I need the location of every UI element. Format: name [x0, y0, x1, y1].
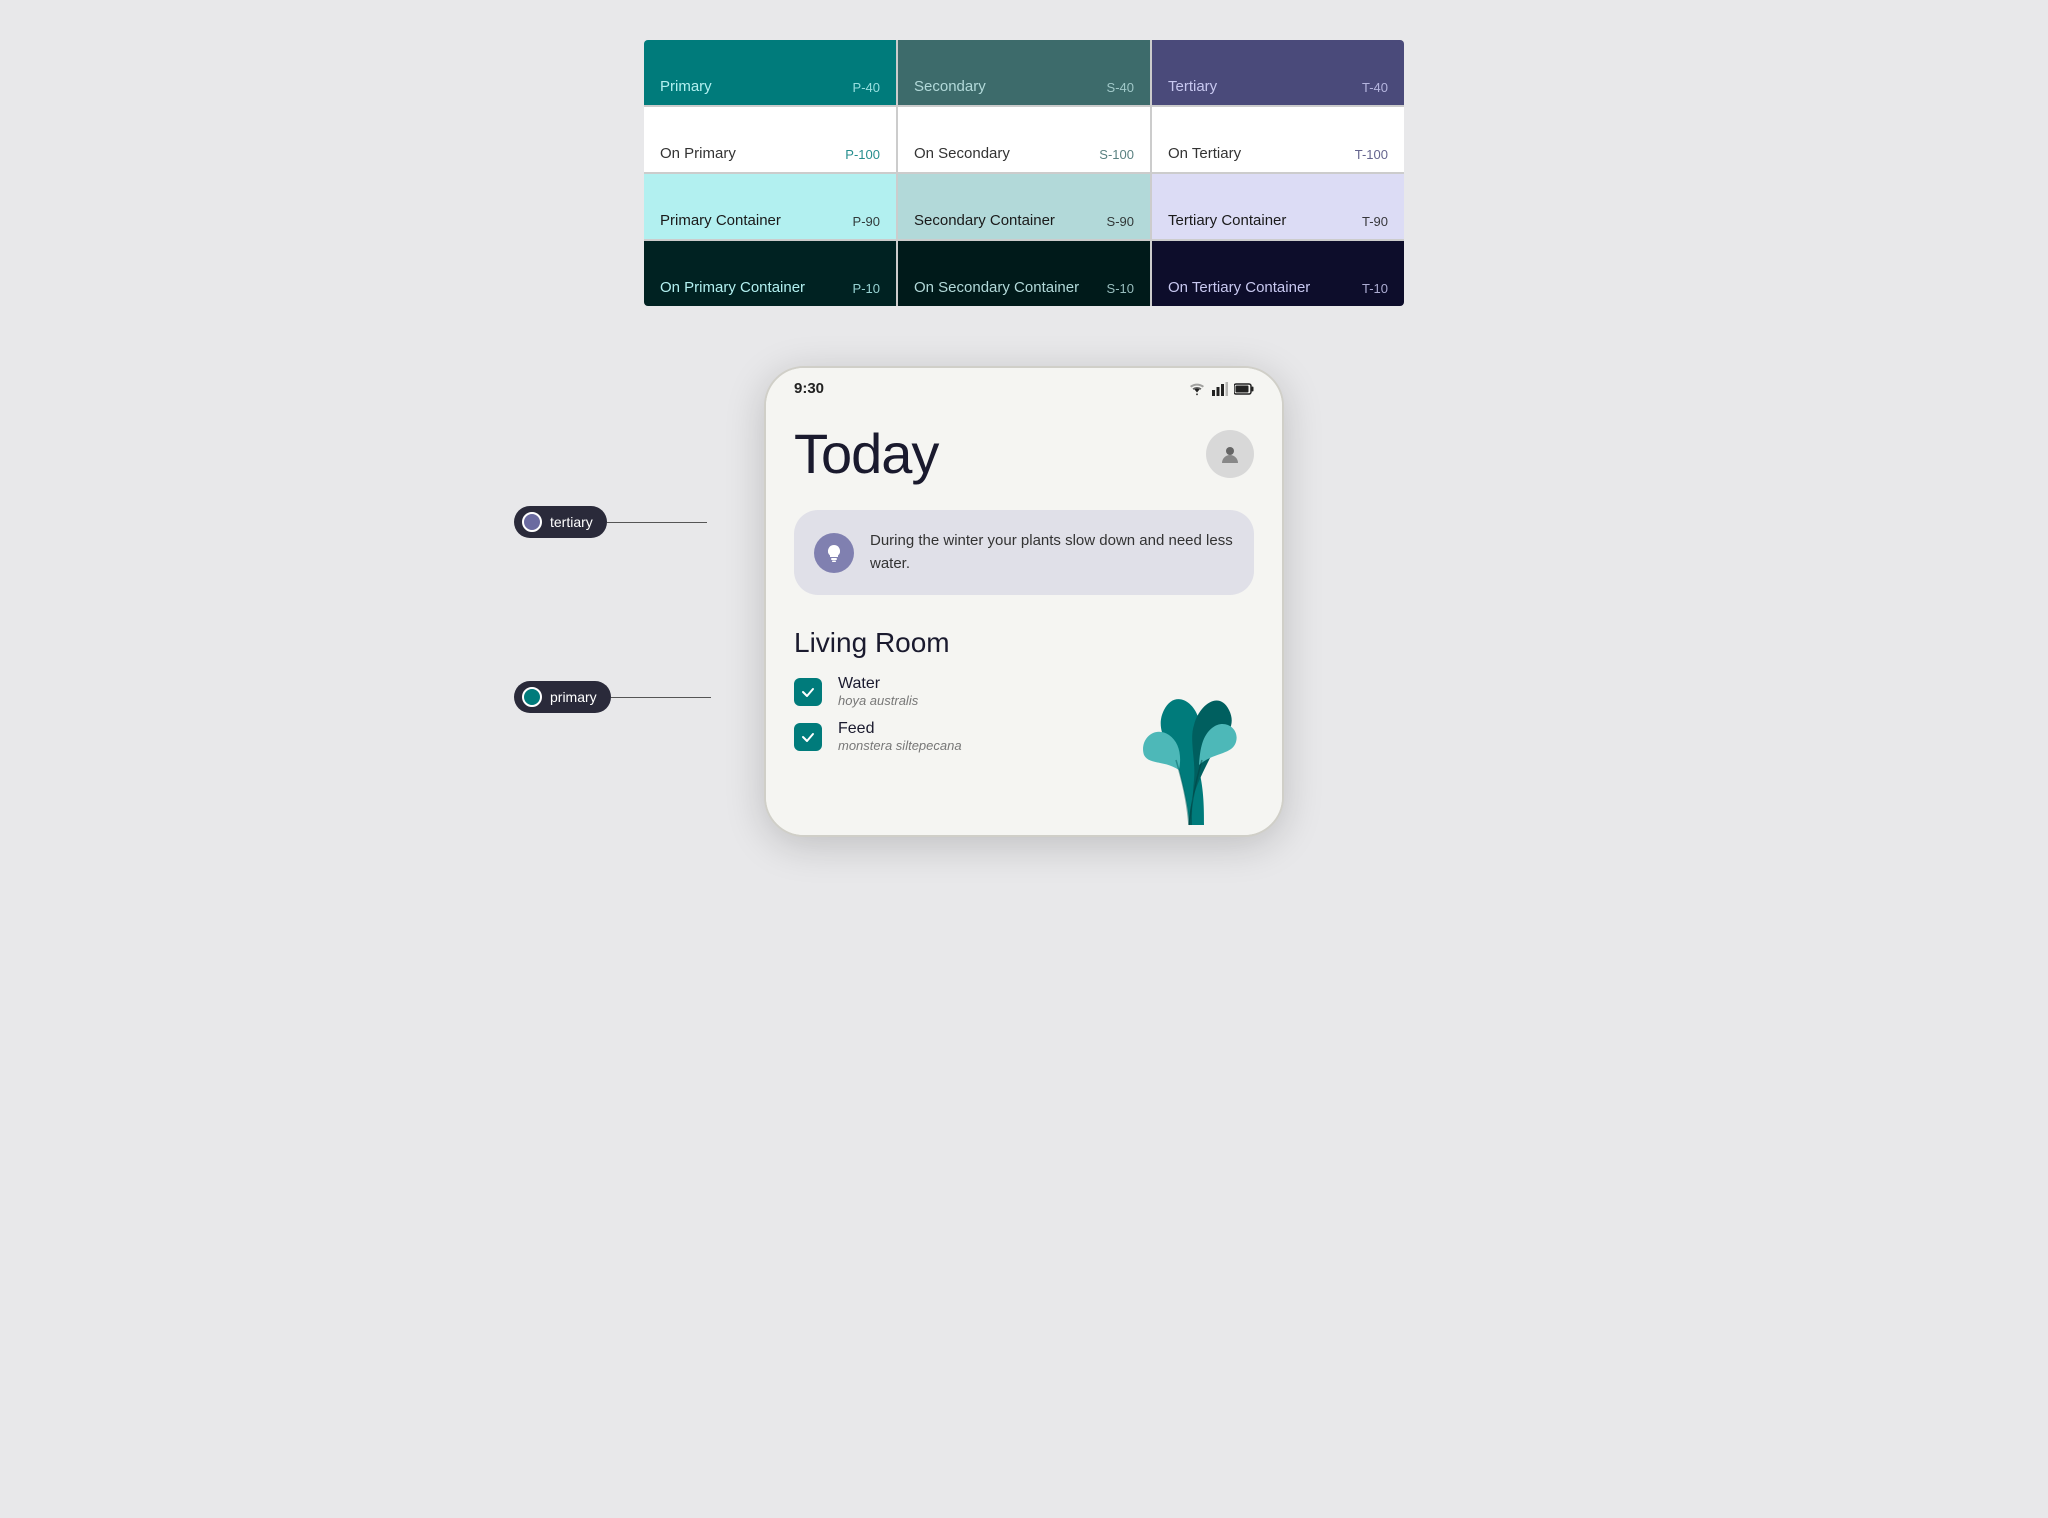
task-sub-1: hoya australis — [838, 693, 918, 708]
avatar-button[interactable] — [1206, 430, 1254, 478]
color-palette-table: Primary P-40 Secondary S-40 Tertiary T-4… — [644, 40, 1404, 306]
status-time: 9:30 — [794, 380, 824, 397]
color-cell-cell-secondary: Secondary S-40 — [898, 40, 1150, 105]
check-icon — [800, 729, 816, 745]
wifi-icon — [1188, 382, 1206, 396]
color-code: P-100 — [845, 147, 880, 162]
page-title: Today — [794, 421, 938, 486]
color-label: Primary — [660, 78, 712, 95]
phone-wrapper: tertiary primary 9:30 — [40, 366, 2008, 837]
primary-dot — [522, 687, 542, 707]
color-label: On Secondary — [914, 145, 1010, 162]
color-cell-cell-on-primary-container: On Primary Container P-10 — [644, 241, 896, 306]
color-cell-cell-secondary-container: Secondary Container S-90 — [898, 174, 1150, 239]
signal-icon — [1212, 382, 1228, 396]
color-cell-cell-on-secondary: On Secondary S-100 — [898, 107, 1150, 172]
color-code: P-90 — [853, 214, 880, 229]
color-code: T-10 — [1362, 281, 1388, 296]
phone-header: Today — [794, 421, 1254, 486]
tertiary-dot — [522, 512, 542, 532]
task-name-2: Feed — [838, 720, 962, 738]
task-name-1: Water — [838, 675, 918, 693]
annotation-tertiary-line — [607, 522, 707, 523]
color-code: S-90 — [1107, 214, 1134, 229]
check-icon — [800, 684, 816, 700]
color-code: S-40 — [1107, 80, 1134, 95]
tip-icon — [814, 533, 854, 573]
color-label: On Tertiary Container — [1168, 279, 1310, 296]
plant-svg — [1124, 675, 1254, 830]
lightbulb-icon — [824, 543, 844, 563]
color-code: P-10 — [853, 281, 880, 296]
color-label: Secondary — [914, 78, 986, 95]
color-code: T-90 — [1362, 214, 1388, 229]
status-icons — [1188, 382, 1254, 396]
annotation-primary-label: primary — [550, 689, 597, 705]
phone-mockup: 9:30 — [764, 366, 1284, 837]
battery-icon — [1234, 383, 1254, 395]
task-info-2: Feed monstera siltepecana — [838, 720, 962, 753]
color-cell-cell-on-tertiary: On Tertiary T-100 — [1152, 107, 1404, 172]
color-cell-cell-on-secondary-container: On Secondary Container S-10 — [898, 241, 1150, 306]
status-bar: 9:30 — [766, 368, 1282, 401]
section-title: Living Room — [794, 627, 1254, 659]
color-cell-cell-primary-container: Primary Container P-90 — [644, 174, 896, 239]
color-cell-cell-on-primary: On Primary P-100 — [644, 107, 896, 172]
checkbox-2[interactable] — [794, 723, 822, 751]
color-cell-cell-primary: Primary P-40 — [644, 40, 896, 105]
annotation-primary-line — [611, 697, 711, 698]
tip-card: During the winter your plants slow down … — [794, 510, 1254, 595]
color-code: S-100 — [1099, 147, 1134, 162]
tip-text: During the winter your plants slow down … — [870, 530, 1234, 575]
annotation-primary: primary — [514, 681, 611, 713]
color-label: On Primary Container — [660, 279, 805, 296]
task-info-1: Water hoya australis — [838, 675, 918, 708]
annotation-tertiary-label: tertiary — [550, 514, 593, 530]
checkbox-1[interactable] — [794, 678, 822, 706]
color-cell-cell-on-tertiary-container: On Tertiary Container T-10 — [1152, 241, 1404, 306]
avatar-icon — [1219, 443, 1241, 465]
color-cell-cell-tertiary-container: Tertiary Container T-90 — [1152, 174, 1404, 239]
color-label: On Tertiary — [1168, 145, 1241, 162]
phone-bottom-section: Water hoya australis Feed — [794, 675, 1254, 835]
phone-content: Today During the winter y — [766, 401, 1282, 835]
color-label: Primary Container — [660, 212, 781, 229]
color-label: On Primary — [660, 145, 736, 162]
color-cell-cell-tertiary: Tertiary T-40 — [1152, 40, 1404, 105]
plant-illustration — [1124, 675, 1254, 835]
color-code: T-100 — [1355, 147, 1388, 162]
color-label: Tertiary — [1168, 78, 1217, 95]
task-sub-2: monstera siltepecana — [838, 738, 962, 753]
color-code: T-40 — [1362, 80, 1388, 95]
color-label: Tertiary Container — [1168, 212, 1286, 229]
annotation-tertiary: tertiary — [514, 506, 607, 538]
color-code: S-10 — [1107, 281, 1134, 296]
color-code: P-40 — [853, 80, 880, 95]
color-label: On Secondary Container — [914, 279, 1079, 296]
color-label: Secondary Container — [914, 212, 1055, 229]
